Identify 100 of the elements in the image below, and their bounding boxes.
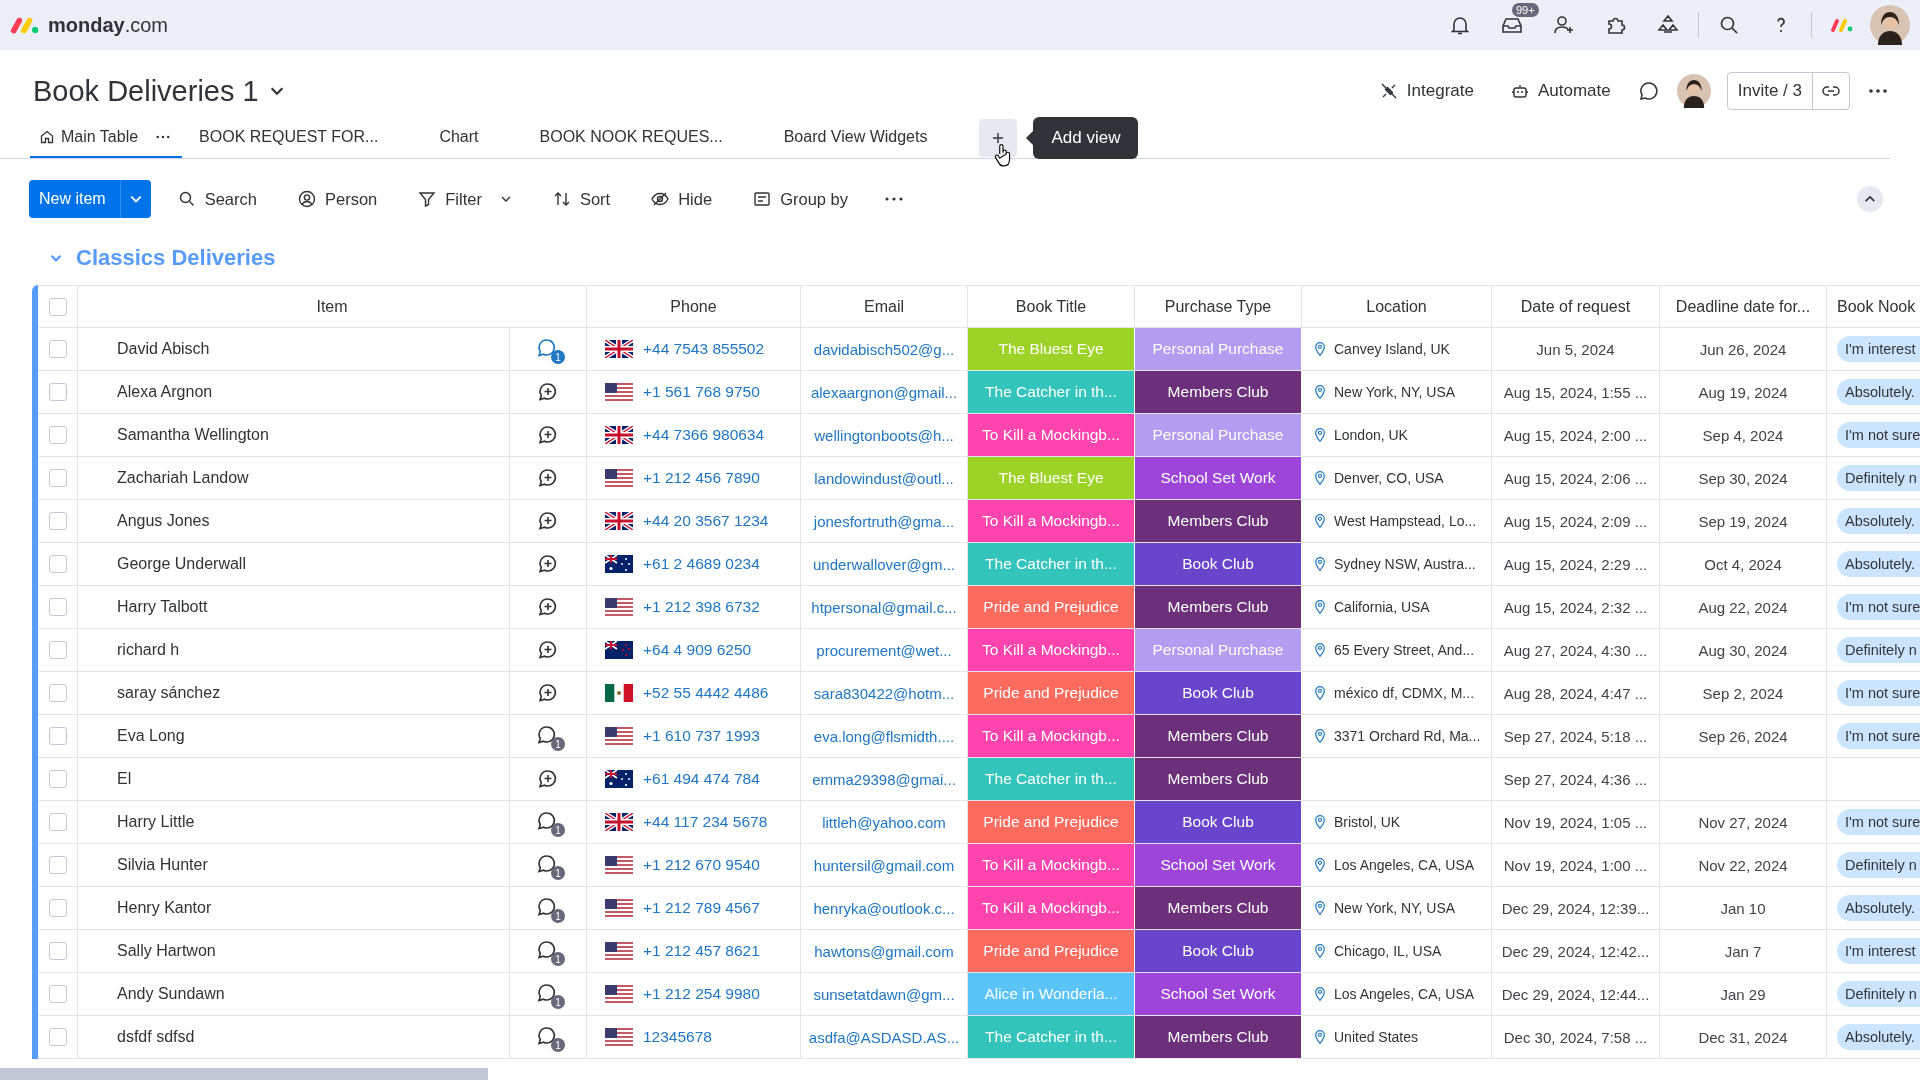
- purchase-type-label[interactable]: Book Club: [1135, 930, 1302, 972]
- item-name[interactable]: Eva Long: [78, 715, 510, 757]
- email-link[interactable]: htpersonal@gmail.c...: [811, 598, 957, 616]
- checkbox[interactable]: [48, 641, 67, 659]
- phone-link[interactable]: +1 561 768 9750: [643, 383, 760, 401]
- purchase-type-label[interactable]: School Set Work: [1135, 844, 1302, 886]
- item-name[interactable]: Silvia Hunter: [78, 844, 510, 886]
- book-title-label[interactable]: To Kill a Mockingb...: [968, 629, 1135, 671]
- item-name[interactable]: Harry Talbott: [78, 586, 510, 628]
- email-link[interactable]: davidabisch502@g...: [813, 340, 955, 358]
- avatar[interactable]: [1870, 5, 1910, 45]
- checkbox[interactable]: [48, 426, 67, 444]
- item-name[interactable]: Harry Little: [78, 801, 510, 843]
- view-tab[interactable]: BOOK NOOK REQUES...: [530, 118, 735, 158]
- email-link[interactable]: underwallover@gm...: [813, 555, 955, 573]
- purchase-type-label[interactable]: Members Club: [1135, 1016, 1302, 1058]
- email-link[interactable]: sara830422@hotm...: [813, 684, 955, 702]
- checkbox[interactable]: [48, 1028, 67, 1046]
- search-button[interactable]: Search: [162, 183, 271, 215]
- column-header[interactable]: Email: [801, 286, 968, 327]
- item-name[interactable]: El: [78, 758, 510, 800]
- email-link[interactable]: procurement@wet...: [816, 641, 952, 659]
- phone-link[interactable]: +1 212 456 7890: [643, 469, 760, 487]
- view-tab[interactable]: Chart: [430, 118, 491, 158]
- phone-link[interactable]: +1 212 254 9980: [643, 985, 760, 1003]
- email-link[interactable]: sunsetatdawn@gm...: [813, 985, 955, 1003]
- phone-link[interactable]: 12345678: [643, 1028, 712, 1046]
- checkbox[interactable]: [48, 598, 67, 616]
- email-link[interactable]: emma29398@gmai...: [812, 770, 956, 788]
- item-name[interactable]: richard h: [78, 629, 510, 671]
- purchase-type-label[interactable]: Book Club: [1135, 801, 1302, 843]
- checkbox[interactable]: [48, 340, 67, 358]
- book-title-label[interactable]: To Kill a Mockingb...: [968, 715, 1135, 757]
- column-header[interactable]: Date of request: [1492, 286, 1660, 327]
- email-link[interactable]: jonesfortruth@gma...: [813, 512, 955, 530]
- item-name[interactable]: Andy Sundawn: [78, 973, 510, 1015]
- checkbox[interactable]: [48, 813, 67, 831]
- board-title[interactable]: Book Deliveries 1: [33, 74, 259, 108]
- purchase-type-label[interactable]: School Set Work: [1135, 457, 1302, 499]
- filter-button[interactable]: Filter: [403, 183, 526, 215]
- checkbox[interactable]: [48, 684, 67, 702]
- book-title-label[interactable]: Pride and Prejudice: [968, 672, 1135, 714]
- checkbox[interactable]: [48, 297, 67, 316]
- hide-button[interactable]: Hide: [636, 183, 727, 215]
- new-item-button[interactable]: New item: [29, 180, 151, 218]
- column-header[interactable]: Purchase Type: [1135, 286, 1302, 327]
- email-link[interactable]: littleh@yahoo.com: [822, 813, 946, 831]
- item-name[interactable]: George Underwall: [78, 543, 510, 585]
- book-title-label[interactable]: To Kill a Mockingb...: [968, 844, 1135, 886]
- phone-link[interactable]: +44 117 234 5678: [643, 813, 768, 831]
- email-link[interactable]: alexaargnon@gmail...: [810, 383, 958, 401]
- column-header[interactable]: Deadline date for...: [1660, 286, 1827, 327]
- phone-link[interactable]: +64 4 909 6250: [643, 641, 752, 659]
- email-link[interactable]: wellingtonboots@h...: [814, 426, 954, 444]
- phone-link[interactable]: +1 212 398 6732: [643, 598, 760, 616]
- more-icon[interactable]: [156, 135, 171, 139]
- column-header[interactable]: Item: [78, 286, 587, 327]
- view-tab[interactable]: Main Table: [30, 118, 183, 158]
- avatar[interactable]: [1676, 74, 1711, 108]
- column-header[interactable]: Book Title: [968, 286, 1135, 327]
- phone-link[interactable]: +52 55 4442 4486: [643, 684, 769, 702]
- item-name[interactable]: Alexa Argnon: [78, 371, 510, 413]
- book-title-label[interactable]: Pride and Prejudice: [968, 801, 1135, 843]
- horizontal-scrollbar[interactable]: [0, 1068, 488, 1080]
- purchase-type-label[interactable]: Members Club: [1135, 586, 1302, 628]
- view-tab[interactable]: BOOK REQUEST FOR...: [190, 118, 391, 158]
- checkbox[interactable]: [48, 856, 67, 874]
- purchase-type-label[interactable]: Members Club: [1135, 715, 1302, 757]
- group-title[interactable]: Classics Deliveries: [76, 245, 276, 271]
- item-name[interactable]: Henry Kantor: [78, 887, 510, 929]
- purchase-type-label[interactable]: Members Club: [1135, 500, 1302, 542]
- group-button[interactable]: Group by: [738, 183, 862, 215]
- person-button[interactable]: Person: [282, 183, 392, 215]
- checkbox[interactable]: [48, 512, 67, 530]
- phone-link[interactable]: +61 494 474 784: [643, 770, 760, 788]
- purchase-type-label[interactable]: Members Club: [1135, 371, 1302, 413]
- column-header[interactable]: Location: [1302, 286, 1492, 327]
- book-title-label[interactable]: Pride and Prejudice: [968, 586, 1135, 628]
- phone-link[interactable]: +44 7366 980634: [643, 426, 765, 444]
- view-tab[interactable]: Board View Widgets: [774, 118, 940, 158]
- purchase-type-label[interactable]: School Set Work: [1135, 973, 1302, 1015]
- book-title-label[interactable]: To Kill a Mockingb...: [968, 414, 1135, 456]
- item-name[interactable]: Sally Hartwon: [78, 930, 510, 972]
- book-title-label[interactable]: Pride and Prejudice: [968, 930, 1135, 972]
- email-link[interactable]: eva.long@flsmidth....: [813, 727, 955, 745]
- checkbox[interactable]: [48, 942, 67, 960]
- item-name[interactable]: Angus Jones: [78, 500, 510, 542]
- email-link[interactable]: huntersil@gmail.com: [813, 856, 955, 874]
- more-icon[interactable]: [884, 196, 904, 202]
- checkbox[interactable]: [48, 985, 67, 1003]
- item-name[interactable]: saray sánchez: [78, 672, 510, 714]
- checkbox[interactable]: [48, 383, 67, 401]
- checkbox[interactable]: [48, 770, 67, 788]
- checkbox[interactable]: [48, 555, 67, 573]
- phone-link[interactable]: +44 20 3567 1234: [643, 512, 769, 530]
- column-header[interactable]: Phone: [587, 286, 801, 327]
- purchase-type-label[interactable]: Members Club: [1135, 758, 1302, 800]
- checkbox[interactable]: [48, 899, 67, 917]
- item-name[interactable]: Zachariah Landow: [78, 457, 510, 499]
- purchase-type-label[interactable]: Book Club: [1135, 543, 1302, 585]
